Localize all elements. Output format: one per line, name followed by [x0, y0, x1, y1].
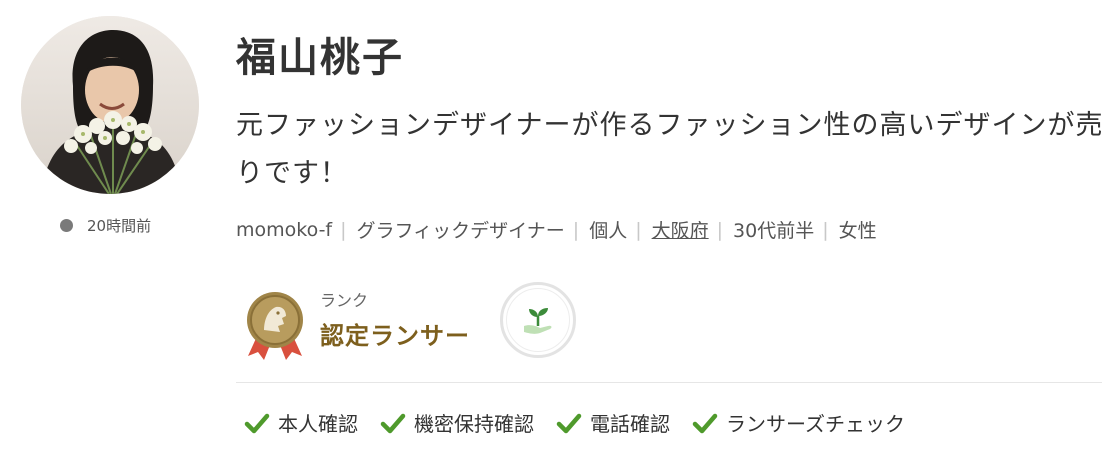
profile-catchphrase: 元ファッションデザイナーが作るファッション性の高いデザインが売りです！: [236, 110, 1104, 189]
sprout-hand-icon: [524, 308, 552, 334]
verification-item-identity: 本人確認: [244, 408, 358, 437]
check-icon: [380, 413, 406, 433]
verification-label: ランサーズチェック: [726, 412, 905, 436]
check-icon: [556, 413, 582, 433]
profile-meta: momoko-f | グラフィックデザイナー | 個人 | 大阪府 | 30代前…: [236, 216, 877, 243]
meta-separator: |: [822, 218, 829, 241]
profile-name: 福山桃子: [236, 35, 404, 81]
verification-label: 本人確認: [278, 412, 358, 436]
rank-value: 認定ランサー: [320, 322, 470, 350]
verification-list: 本人確認 機密保持確認 電話確認 ランサーズチェック: [244, 408, 927, 437]
last-active-status: 20時間前: [60, 215, 151, 236]
last-active-text: 20時間前: [87, 217, 152, 235]
meta-separator: |: [572, 218, 580, 241]
check-icon: [692, 413, 718, 433]
check-icon: [244, 413, 270, 433]
verification-item-phone: 電話確認: [556, 408, 670, 437]
meta-location-link[interactable]: 大阪府: [652, 216, 709, 243]
meta-separator: |: [635, 218, 642, 241]
meta-age: 30代前半: [733, 220, 815, 242]
status-dot-icon: [60, 219, 73, 232]
sprout-badge-inner: [506, 288, 570, 352]
medal-icon[interactable]: [244, 290, 306, 362]
avatar[interactable]: [21, 16, 199, 194]
meta-occupation: グラフィックデザイナー: [356, 220, 565, 242]
meta-separator: |: [716, 218, 724, 241]
section-divider: [236, 382, 1102, 383]
verification-item-nda: 機密保持確認: [380, 408, 534, 437]
meta-separator: |: [340, 218, 347, 241]
meta-type: 個人: [589, 220, 628, 242]
meta-username: momoko-f: [236, 218, 333, 241]
rank-section: ランク 認定ランサー: [244, 282, 674, 366]
meta-gender: 女性: [838, 220, 877, 242]
verification-item-lancers-check: ランサーズチェック: [692, 408, 905, 437]
sprout-badge[interactable]: [500, 282, 576, 358]
verification-label: 電話確認: [590, 412, 670, 436]
verification-label: 機密保持確認: [414, 412, 534, 436]
rank-label: ランク: [320, 291, 369, 310]
avatar-photo: [21, 16, 199, 194]
